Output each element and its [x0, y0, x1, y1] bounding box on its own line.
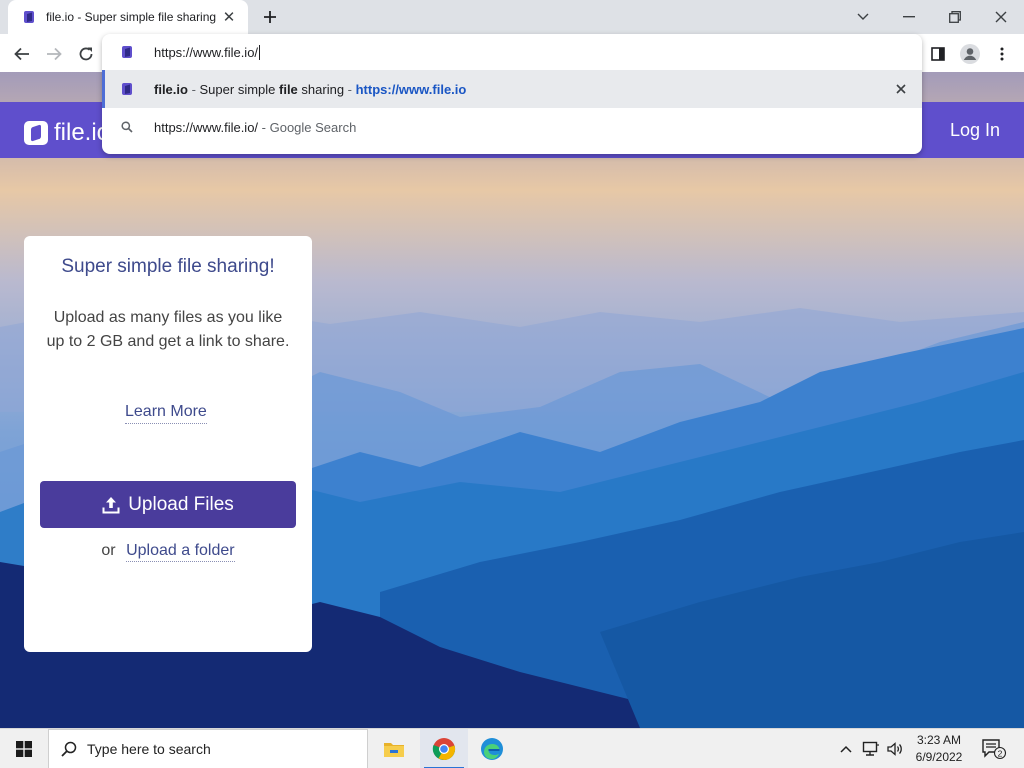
taskbar-search[interactable]: Type here to search: [48, 729, 368, 768]
clock-date: 6/9/2022: [915, 750, 963, 764]
tab-close-icon[interactable]: ✕: [220, 8, 238, 26]
upload-icon: [102, 496, 120, 513]
windows-start-icon[interactable]: [0, 729, 48, 768]
fileio-favicon-icon: [122, 46, 132, 58]
file-explorer-icon[interactable]: [370, 729, 418, 768]
fileio-favicon-icon: [120, 82, 134, 96]
chrome-icon[interactable]: [420, 729, 468, 768]
or-text: or: [101, 542, 116, 559]
webpage: file.io Log In Super simple file sharing…: [0, 72, 1024, 728]
menu-kebab-icon[interactable]: [990, 42, 1014, 66]
forward-arrow-icon[interactable]: [40, 40, 68, 68]
upload-folder-link[interactable]: Upload a folder: [126, 542, 235, 562]
tab-title: file.io - Super simple file sharing: [46, 10, 217, 24]
site-logo[interactable]: file.io: [24, 119, 110, 147]
upload-files-label: Upload Files: [128, 493, 234, 515]
volume-icon[interactable]: [884, 729, 906, 768]
remove-suggestion-icon[interactable]: [892, 80, 910, 98]
learn-more-link[interactable]: Learn More: [125, 403, 207, 424]
text-caret: [259, 44, 261, 60]
tray-chevron-icon[interactable]: [836, 729, 856, 768]
login-link[interactable]: Log In: [950, 120, 1000, 141]
suggestion-site[interactable]: file.io - Super simple file sharing - ht…: [102, 70, 922, 108]
card-description: Upload as many files as you like up to 2…: [46, 309, 290, 350]
back-arrow-icon[interactable]: [8, 40, 36, 68]
suggestion-search[interactable]: https://www.file.io/ - Google Search: [102, 108, 922, 146]
taskbar-clock[interactable]: 3:23 AM 6/9/2022: [908, 732, 970, 766]
profile-avatar-icon[interactable]: [958, 42, 982, 66]
notification-count: 2: [998, 748, 1003, 758]
side-panel-icon[interactable]: [926, 42, 950, 66]
minimize-icon[interactable]: [886, 0, 932, 34]
notification-center-icon[interactable]: 2: [978, 729, 1010, 768]
network-icon[interactable]: [860, 729, 882, 768]
fileio-logo-icon: [24, 121, 48, 145]
taskbar-search-placeholder: Type here to search: [87, 741, 211, 757]
address-bar[interactable]: https://www.file.io/: [102, 34, 922, 70]
clock-time: 3:23 AM: [916, 733, 962, 747]
address-text[interactable]: https://www.file.io/: [154, 45, 258, 60]
new-tab-icon[interactable]: [258, 5, 282, 29]
tab-search-icon[interactable]: [840, 0, 886, 34]
edge-icon[interactable]: [468, 729, 516, 768]
windows-taskbar: Type here to search 3:23 AM 6/9/2022 2: [0, 728, 1024, 768]
search-icon: [61, 741, 77, 757]
omnibox-dropdown: https://www.file.io/ file.io - Super sim…: [102, 34, 922, 154]
reload-icon[interactable]: [72, 40, 100, 68]
fileio-favicon-icon: [24, 11, 34, 23]
search-icon: [120, 120, 134, 134]
tab-strip: file.io - Super simple file sharing ✕: [0, 0, 1024, 34]
suggestion-title: file.io - Super simple file sharing - ht…: [154, 81, 467, 97]
browser-tab[interactable]: file.io - Super simple file sharing ✕: [8, 0, 248, 34]
upload-files-button[interactable]: Upload Files: [40, 481, 296, 528]
suggestion-text: https://www.file.io/ - Google Search: [154, 119, 357, 135]
close-window-icon[interactable]: [978, 0, 1024, 34]
upload-folder-row: or Upload a folder: [24, 542, 312, 562]
card-heading: Super simple file sharing!: [61, 256, 275, 277]
upload-card: Super simple file sharing! Upload as man…: [24, 236, 312, 652]
restore-icon[interactable]: [932, 0, 978, 34]
